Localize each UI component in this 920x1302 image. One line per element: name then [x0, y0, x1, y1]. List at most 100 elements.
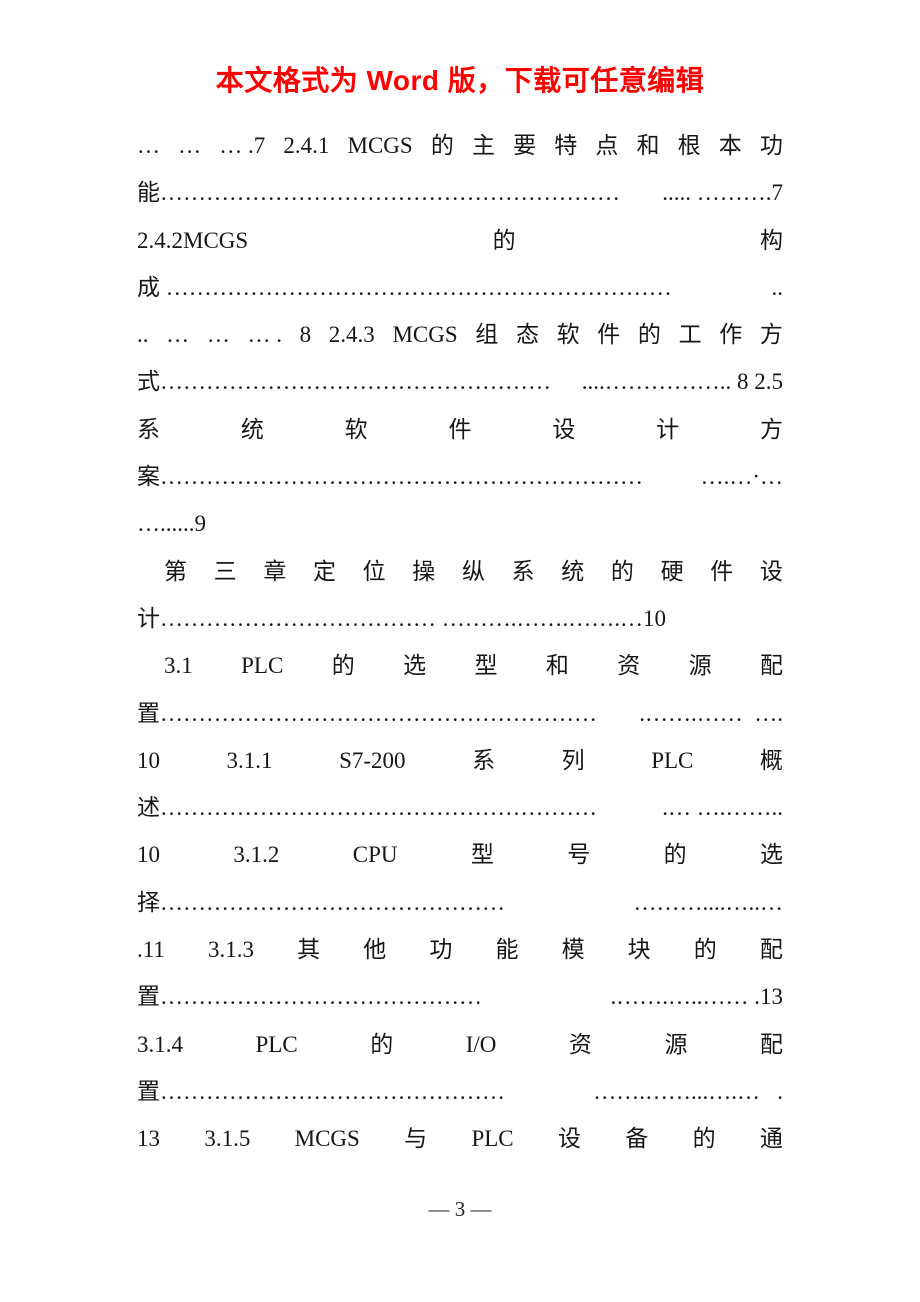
toc-segment: 配	[759, 1031, 783, 1057]
toc-line: 能…………………………………………………… ..... ……….7	[137, 169, 783, 216]
toc-segment: 设	[557, 1126, 581, 1152]
toc-segment: 件	[710, 558, 734, 584]
toc-segment: 软	[344, 416, 368, 442]
toc-segment: 的	[610, 558, 634, 584]
toc-segment: PLC	[471, 1126, 514, 1152]
toc-dot-leader: ……………………………………………………	[160, 180, 620, 206]
toc-segment: 系	[511, 558, 535, 584]
toc-segment: 位	[362, 558, 386, 584]
toc-segment: 章	[263, 558, 287, 584]
toc-segment: 件	[597, 322, 621, 348]
toc-segment: 资	[568, 1031, 592, 1057]
toc-segment: 的	[370, 1031, 394, 1057]
toc-line: 系统软件设计方	[137, 406, 783, 453]
toc-segment: PLC	[651, 747, 694, 773]
toc-segment: MCGS	[392, 322, 458, 348]
toc-segment: MCGS	[294, 1126, 360, 1152]
toc-segment: 和	[636, 133, 660, 158]
toc-segment: 系	[137, 416, 160, 442]
toc-segment: 功	[429, 937, 453, 963]
toc-body: ……… .7 2.4.1 MCGS 的主要特点和根本功能…………………………………………	[137, 122, 783, 1163]
toc-entry-label: 置	[137, 700, 160, 726]
toc-segment: 统	[240, 416, 264, 442]
toc-segment: 其	[297, 937, 321, 963]
toc-page-number: ..	[771, 274, 784, 300]
toc-segment: 与	[404, 1126, 428, 1152]
toc-segment: .11	[137, 937, 165, 963]
toc-segment: 3.1.4	[137, 1031, 183, 1057]
toc-segment: …	[166, 322, 190, 348]
toc-line: 3.1 PLC 的 选 型 和 资 源 配	[137, 642, 783, 689]
toc-line: 成 …………………………………………………………..	[137, 264, 783, 311]
toc-segment: 根	[677, 133, 701, 158]
toc-dot-leader: …………………………………………………………	[165, 274, 672, 300]
toc-segment: 10	[137, 747, 160, 773]
toc-segment: 的	[492, 227, 516, 253]
toc-line: 10 3.1.1 S7-200 系 列 PLC 概	[137, 737, 783, 784]
document-page: 本文格式为 Word 版，下载可任意编辑 ……… .7 2.4.1 MCGS 的主要特…	[0, 0, 920, 1302]
toc-segment: 的	[331, 653, 355, 679]
toc-segment: 三	[213, 558, 237, 584]
toc-segment: 他	[363, 937, 387, 963]
toc-page-number: .…….…..…… .13	[610, 984, 784, 1010]
promo-banner: 本文格式为 Word 版，下载可任意编辑	[0, 64, 920, 98]
toc-segment: 定	[312, 558, 336, 584]
toc-page-number: ….…·…	[694, 464, 783, 490]
toc-line: .. … … … . 8 2.4.3 MCGS 组态软件的工作方	[137, 311, 783, 358]
toc-segment: 构	[759, 227, 783, 253]
toc-segment: 系	[472, 747, 496, 773]
toc-segment: PLC	[255, 1031, 298, 1057]
toc-segment: 资	[617, 653, 641, 679]
toc-segment: 号	[567, 842, 591, 868]
toc-dot-leader: …………………………………………………	[160, 700, 597, 726]
toc-segment: 第	[164, 558, 187, 584]
toc-segment: CPU	[352, 842, 398, 868]
toc-segment: 方	[759, 322, 783, 348]
toc-segment: MCGS	[347, 133, 413, 158]
toc-line: 13 3.1.5 MCGS 与 PLC 设 备 的 通	[137, 1115, 783, 1162]
toc-segment: 操	[412, 558, 436, 584]
toc-line: .11 3.1.3 其 他 功 能 模 块 的 配	[137, 926, 783, 973]
toc-segment: 设	[759, 558, 783, 584]
toc-segment: 方	[759, 416, 783, 442]
toc-entry-label: 置	[137, 1078, 160, 1104]
toc-segment: 设	[552, 416, 576, 442]
toc-line: 2.4.2MCGS 的 构	[137, 217, 783, 264]
toc-segment: 3.1.1	[226, 747, 273, 773]
toc-segment: 本	[718, 133, 742, 158]
toc-page-number: ………....…..…	[627, 889, 784, 915]
promo-banner-text: 本文格式为 Word 版，下载可任意编辑	[215, 65, 705, 96]
toc-page-number: ....…………….. 8 2.5	[581, 369, 783, 395]
toc-segment: …	[137, 133, 160, 158]
toc-page-number: ..... ……….7	[662, 180, 783, 206]
toc-entry-label: 式	[137, 369, 160, 395]
toc-segment: 概	[759, 747, 783, 773]
toc-dot-leader: ……………………………………	[160, 984, 482, 1010]
toc-entry-label: 择	[137, 889, 160, 915]
toc-segment: 作	[719, 322, 743, 348]
toc-segment: …	[206, 322, 230, 348]
toc-segment: 能	[495, 937, 519, 963]
toc-segment: 3.1.5	[204, 1126, 251, 1152]
toc-segment: 源	[688, 653, 712, 679]
toc-segment: 2.4.1	[283, 133, 330, 158]
toc-segment: ..	[137, 322, 149, 348]
toc-segment: …	[178, 133, 202, 158]
toc-entry-label: 述	[137, 795, 160, 821]
toc-dot-leader: …………………………………………………	[160, 795, 597, 821]
toc-line: 3.1.4 PLC 的 I/O 资 源 配	[137, 1021, 783, 1068]
toc-segment: 主	[471, 133, 495, 158]
toc-dot-leader: ………………………………………	[160, 889, 505, 915]
toc-segment: 10	[137, 842, 160, 868]
toc-segment: 模	[561, 937, 585, 963]
toc-segment: 13	[137, 1126, 160, 1152]
toc-line: 第三章定位操纵系统的硬件设	[137, 548, 783, 595]
toc-segment: S7-200	[339, 747, 406, 773]
toc-segment: 和	[545, 653, 569, 679]
toc-segment: 功	[759, 133, 783, 158]
toc-segment: 2.4.3	[328, 322, 375, 348]
toc-segment: 工	[678, 322, 702, 348]
toc-segment: 态	[515, 322, 539, 348]
toc-page-number: .… ….……..	[662, 795, 783, 821]
toc-segment: 2.4.2MCGS	[137, 227, 249, 253]
